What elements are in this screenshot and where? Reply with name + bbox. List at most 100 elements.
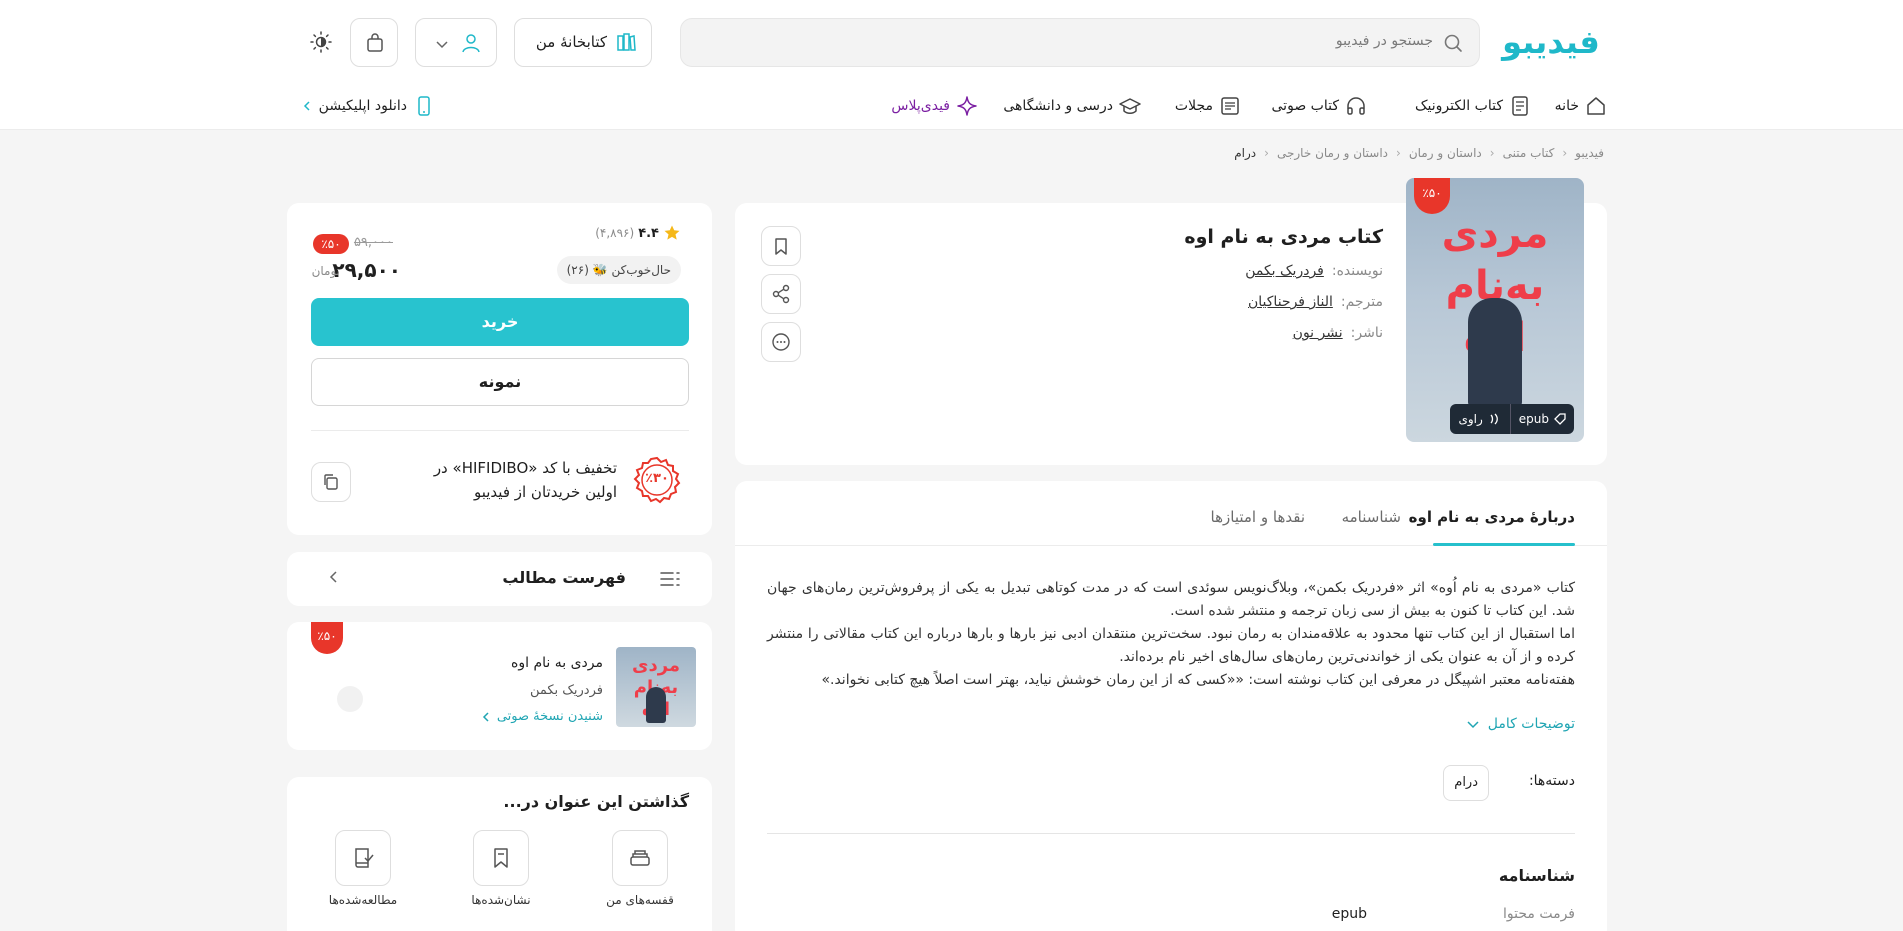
nav-magazines[interactable]: مجلات <box>1175 94 1241 118</box>
mood-tag[interactable]: حال‌خوب‌کن 🐝 (۲۶) <box>556 256 681 284</box>
bookmark-icon <box>771 236 791 256</box>
breadcrumb-current: درام <box>1234 146 1257 160</box>
narrator-tag-label: راوی <box>1458 412 1483 426</box>
chevron-left-icon: ‹ <box>1264 146 1269 160</box>
book-cover[interactable]: مردی به‌نام اوه فردریک بکمن ٪۵۰ epub راو… <box>1406 178 1584 442</box>
my-library-label: کتابخانهٔ من <box>535 33 607 51</box>
discount-badge: ٪۵۰ <box>1414 178 1450 214</box>
chevron-left-icon: ‹ <box>1562 146 1568 160</box>
categories-label: دسته‌ها: <box>1528 773 1575 789</box>
chevron-left-icon: ‹ <box>1396 146 1401 160</box>
translator-link[interactable]: الناز فرحناکیان <box>1248 294 1333 310</box>
author-link[interactable]: فردریک بکمن <box>1245 263 1324 279</box>
my-shelves-button[interactable] <box>612 830 668 886</box>
theme-toggle-icon[interactable] <box>309 30 333 54</box>
nav-plus[interactable]: فیدی‌پلاس <box>891 94 978 118</box>
bookmark-button[interactable] <box>761 226 801 266</box>
category-pill[interactable]: درام <box>1443 765 1489 801</box>
sparkle-icon <box>956 95 978 117</box>
tab-identity[interactable]: شناسنامه <box>1342 508 1401 526</box>
mobile-phone-icon <box>413 95 435 117</box>
sound-wave-icon <box>1488 413 1502 425</box>
search-placeholder: جستجو در فیدیبو <box>1335 33 1433 49</box>
promo-text: تخفیف با کد «HIFIDIBO» در اولین خریدتان … <box>433 459 617 501</box>
home-icon <box>1585 95 1607 117</box>
nav-academic[interactable]: درسی و دانشگاهی <box>1003 94 1141 118</box>
toc-title: فهرست مطالب <box>502 568 626 587</box>
chevron-down-icon <box>1466 717 1480 731</box>
more-options-button[interactable] <box>761 322 801 362</box>
cart-button[interactable] <box>350 18 398 67</box>
chevron-left-icon <box>327 570 341 584</box>
cover-figure <box>646 687 666 723</box>
my-library-button[interactable]: کتابخانهٔ من <box>514 18 652 67</box>
old-price: ۵۹,۰۰۰ <box>353 235 393 250</box>
nav-plus-label: فیدی‌پلاس <box>891 98 950 114</box>
nav-home[interactable]: خانه <box>1555 94 1607 118</box>
more-icon <box>771 332 791 352</box>
my-shelves-label: قفسه‌های من <box>606 893 674 907</box>
buy-button[interactable]: خرید <box>311 298 689 346</box>
copy-code-button[interactable] <box>311 462 351 502</box>
discount-badge: ٪۵۰ <box>311 622 343 654</box>
book-title: کتاب مردی به نام اوه <box>1184 226 1383 248</box>
list-icon <box>659 569 681 589</box>
cover-figure <box>1468 298 1522 408</box>
breadcrumb-item[interactable]: داستان و رمان <box>1409 146 1482 160</box>
share-button[interactable] <box>761 274 801 314</box>
fidibo-logo[interactable]: فیدیبو <box>1495 22 1607 62</box>
currency: تومان <box>311 264 340 278</box>
audio-title: مردی به نام اوه <box>511 655 603 671</box>
graduation-cap-icon <box>1119 95 1141 117</box>
nav-ebook[interactable]: کتاب الکترونیک <box>1415 94 1531 118</box>
decorative-circle <box>337 686 363 712</box>
listen-audio-link[interactable]: شنیدن نسخهٔ صوتی <box>481 709 603 724</box>
divider <box>767 833 1575 834</box>
nav-home-label: خانه <box>1554 98 1579 114</box>
description-paragraph: اما استقبال از این کتاب تنها محدود به عل… <box>767 626 1575 665</box>
search-bar[interactable]: جستجو در فیدیبو <box>680 18 1480 67</box>
rating-value: ۴.۴ <box>638 225 659 241</box>
audio-author: فردریک بکمن <box>529 683 603 698</box>
show-more-link[interactable]: توضیحات کامل <box>1466 716 1575 732</box>
tab-reviews[interactable]: نقدها و امتیازها <box>1211 508 1305 526</box>
user-icon <box>460 32 482 54</box>
breadcrumb-item[interactable]: داستان و رمان خارجی <box>1277 146 1388 160</box>
show-more-label: توضیحات کامل <box>1487 716 1575 732</box>
nav-magazines-label: مجلات <box>1174 98 1213 114</box>
shelves-icon <box>628 846 652 870</box>
translator-row: مترجم: الناز فرحناکیان <box>1248 294 1383 310</box>
read-books-button[interactable] <box>335 830 391 886</box>
breadcrumb-item[interactable]: کتاب متنی <box>1503 146 1555 160</box>
shopping-bag-icon <box>364 32 386 54</box>
user-menu-button[interactable] <box>415 18 497 67</box>
tab-about[interactable]: دربارهٔ مردی به نام اوه <box>1409 508 1575 526</box>
epub-tag-label: epub <box>1518 412 1549 426</box>
nav-audiobook[interactable]: کتاب صوتی <box>1272 94 1367 118</box>
read-books-label: مطالعه‌شده‌ها <box>328 893 398 907</box>
share-icon <box>771 284 791 304</box>
breadcrumb-item[interactable]: فیدیبو <box>1575 146 1604 160</box>
promo-badge: ٪۳۰ <box>633 456 681 504</box>
chevron-down-icon <box>434 36 450 52</box>
bookmarked-button[interactable] <box>473 830 529 886</box>
nav-download-app[interactable]: دانلود اپلیکیشن <box>301 94 435 118</box>
ebook-icon <box>1509 95 1531 117</box>
description-paragraph: کتاب «مردی به نام اُوه» اثر «فردریک بکمن… <box>767 580 1575 619</box>
nav-download-app-label: دانلود اپلیکیشن <box>318 98 407 114</box>
publisher-key: ناشر: <box>1350 325 1383 341</box>
narrator-tag: راوی <box>1450 404 1509 434</box>
table-of-contents-card[interactable] <box>287 552 712 606</box>
magazine-icon <box>1219 95 1241 117</box>
nav-audiobook-label: کتاب صوتی <box>1271 98 1339 114</box>
price: ۲۹,۵۰۰ <box>332 258 401 282</box>
audio-cover[interactable]: مردی به‌نام اوه <box>616 647 696 727</box>
search-icon <box>1443 33 1463 53</box>
sample-button[interactable]: نمونه <box>311 358 689 406</box>
bookmarked-label: نشان‌شده‌ها <box>471 893 531 907</box>
publisher-link[interactable]: نشر نون <box>1293 325 1343 341</box>
nav-ebook-label: کتاب الکترونیک <box>1414 98 1503 114</box>
divider <box>311 430 689 431</box>
chevron-left-icon <box>301 100 313 112</box>
description-paragraph: هفته‌نامه معتبر اشپیگل در معرفی این کتاب… <box>821 672 1575 688</box>
